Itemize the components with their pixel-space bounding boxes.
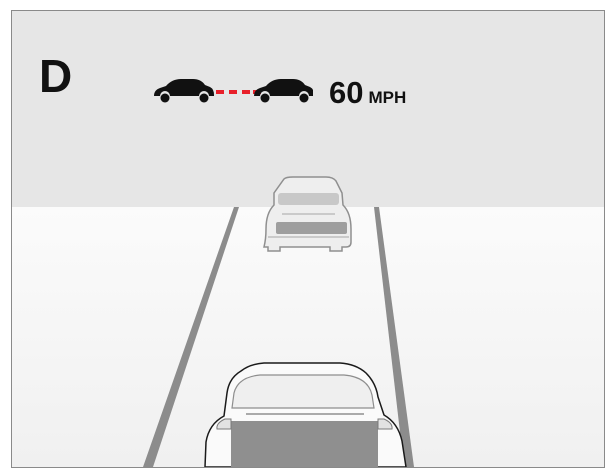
- own-vehicle-icon: [204, 362, 407, 467]
- vehicle-ahead-icon: [263, 176, 352, 252]
- adas-display: D 60 MPH: [11, 10, 605, 468]
- set-speed-display: 60 MPH: [329, 75, 406, 111]
- set-speed-value: 60: [329, 75, 364, 110]
- gear-indicator: D: [39, 50, 73, 102]
- car-silhouette-icon: [154, 79, 214, 103]
- following-distance-indicator: [153, 71, 314, 107]
- distance-bars: [216, 90, 261, 94]
- car-silhouette-icon: [254, 79, 314, 103]
- set-speed-unit: MPH: [368, 88, 407, 107]
